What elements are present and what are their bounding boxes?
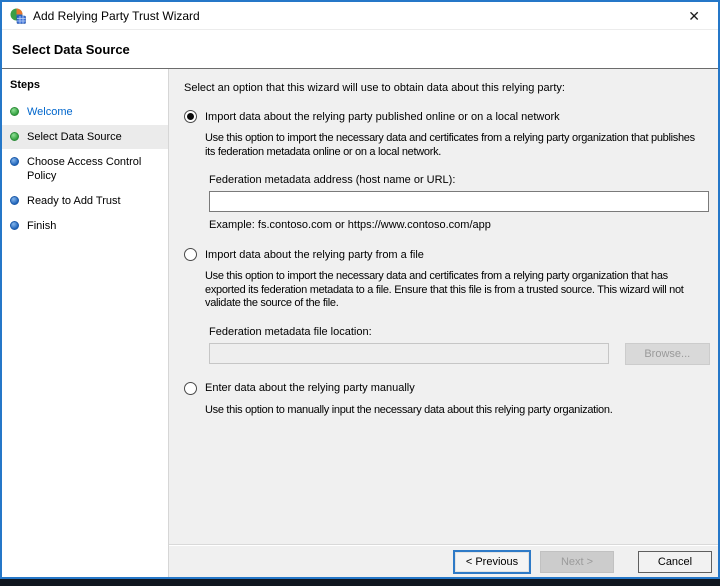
option-import-online: Import data about the relying party publ… (184, 110, 710, 231)
wizard-button-bar: < Previous Next > Cancel (169, 545, 718, 577)
window-title: Add Relying Party Trust Wizard (33, 8, 200, 23)
option-import-file: Import data about the relying party from… (184, 248, 710, 365)
wizard-body: Steps Welcome Select Data Source Choose … (2, 69, 718, 577)
option-description: Use this option to manually input the ne… (205, 403, 613, 416)
radio-import-file[interactable] (184, 248, 197, 261)
close-icon[interactable]: ✕ (678, 3, 710, 29)
metadata-file-input (209, 342, 609, 364)
metadata-address-label: Federation metadata address (host name o… (209, 174, 456, 186)
sidebar-item-welcome[interactable]: Welcome (2, 100, 168, 124)
radio-row-import-file[interactable]: Import data about the relying party from… (184, 248, 710, 261)
previous-button[interactable]: < Previous (453, 549, 531, 574)
metadata-address-input[interactable] (209, 191, 709, 212)
radio-row-enter-manually[interactable]: Enter data about the relying party manua… (184, 381, 710, 395)
sidebar-item-ready-to-add-trust[interactable]: Ready to Add Trust (2, 189, 168, 213)
step-status-icon (10, 107, 19, 116)
metadata-address-field-group: Federation metadata address (host name o… (209, 174, 710, 231)
step-status-icon (10, 132, 19, 141)
page-title: Select Data Source (12, 41, 130, 57)
wizard-window: Add Relying Party Trust Wizard ✕ Select … (0, 0, 720, 579)
step-status-icon (10, 221, 19, 230)
wizard-page-header: Select Data Source (2, 30, 718, 68)
content-column: Select an option that this wizard will u… (169, 69, 718, 577)
cancel-button[interactable]: Cancel (638, 550, 712, 573)
steps-heading: Steps (10, 79, 40, 91)
intro-text: Select an option that this wizard will u… (184, 82, 565, 94)
option-enter-manually: Enter data about the relying party manua… (184, 381, 710, 418)
option-description: Use this option to import the necessary … (205, 270, 684, 309)
page-content: Select an option that this wizard will u… (169, 69, 718, 545)
sidebar-item-choose-access-control-policy[interactable]: Choose Access Control Policy (2, 150, 168, 188)
sidebar-item-finish[interactable]: Finish (2, 214, 168, 238)
metadata-file-field-group: Federation metadata file location: Brows… (209, 326, 710, 365)
adfs-wizard-icon (10, 8, 26, 24)
option-description: Use this option to import the necessary … (205, 132, 695, 158)
radio-enter-manually[interactable] (184, 381, 197, 395)
radio-import-online[interactable] (184, 110, 197, 123)
metadata-address-example: Example: fs.contoso.com or https://www.c… (209, 219, 491, 231)
browse-button: Browse... (624, 342, 710, 365)
steps-sidebar: Steps Welcome Select Data Source Choose … (2, 69, 169, 577)
step-status-icon (10, 157, 19, 166)
next-button: Next > (540, 550, 614, 573)
sidebar-item-select-data-source[interactable]: Select Data Source (2, 125, 168, 149)
metadata-file-label: Federation metadata file location: (209, 325, 372, 338)
title-bar: Add Relying Party Trust Wizard ✕ (2, 2, 718, 30)
radio-row-import-online[interactable]: Import data about the relying party publ… (184, 110, 710, 123)
step-status-icon (10, 196, 19, 205)
